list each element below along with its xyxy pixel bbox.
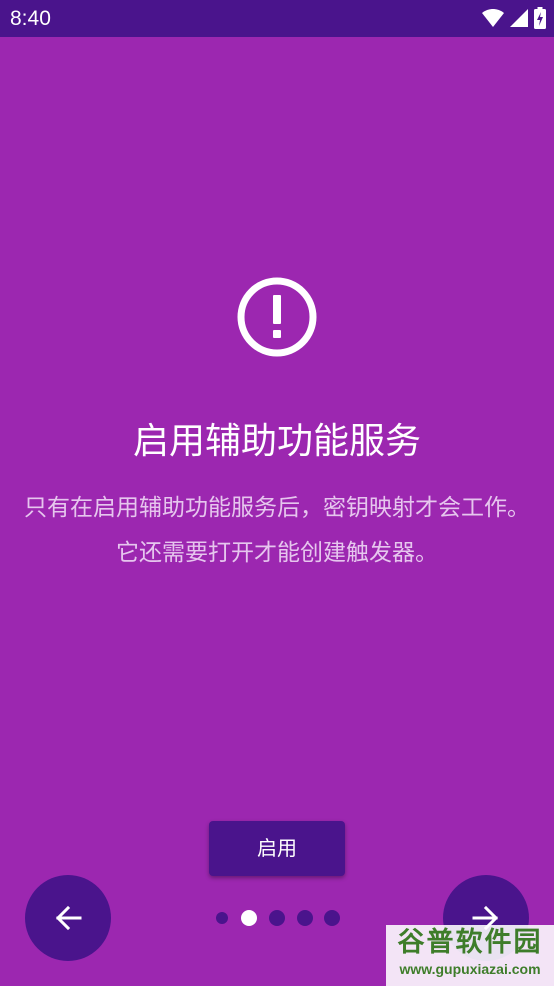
page-dot: [297, 910, 313, 926]
status-icons: [482, 7, 546, 29]
wifi-icon: [482, 9, 504, 27]
enable-button[interactable]: 启用: [209, 821, 345, 876]
battery-icon: [534, 7, 546, 29]
page-dot: [216, 912, 228, 924]
watermark: 谷普软件园 www.gupuxiazai.com: [386, 925, 554, 986]
page-description: 只有在启用辅助功能服务后，密钥映射才会工作。它还需要打开才能创建触发器。: [24, 495, 530, 566]
page-title: 启用辅助功能服务: [132, 421, 421, 462]
page-dot: [324, 910, 340, 926]
alert-circle-icon: [237, 277, 317, 357]
watermark-name: 谷普软件园: [397, 927, 543, 958]
page-dot: [269, 910, 285, 926]
watermark-url: www.gupuxiazai.com: [399, 961, 541, 977]
status-bar: 8:40: [0, 0, 554, 37]
status-time: 8:40: [10, 7, 51, 30]
page-dot-active: [241, 910, 257, 926]
signal-icon: [510, 9, 528, 27]
